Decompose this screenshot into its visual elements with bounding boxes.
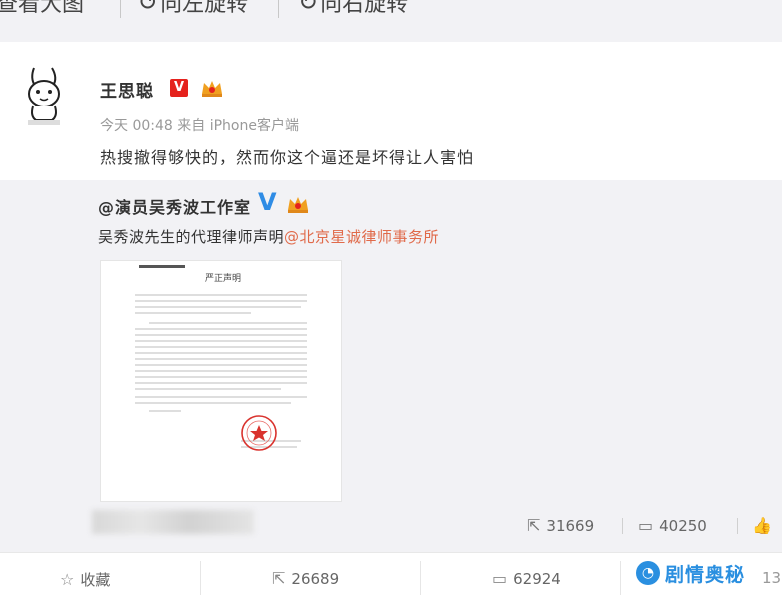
watermark-text: 剧情奥秘 [665, 563, 746, 586]
repost-button[interactable]: ⇱ 26689 [272, 569, 339, 588]
view-large-label: 查看大图 [0, 0, 85, 17]
verified-blue-icon: V [258, 188, 277, 216]
action-divider [200, 561, 201, 595]
like-count-partial[interactable]: 13 [762, 569, 781, 587]
document-page-icon: 严正声明 [135, 265, 307, 451]
repost-mention-link[interactable]: @北京星诚律师事务所 [284, 228, 439, 246]
comment-count: 40250 [659, 516, 707, 535]
share-icon: ⇱ [272, 569, 286, 588]
avatar[interactable] [18, 64, 70, 128]
vip-crown-icon [202, 81, 222, 97]
thumbs-up-icon: 👍 [752, 516, 772, 535]
repost-count-button[interactable]: ⇱ 31669 [527, 516, 594, 535]
action-divider [420, 561, 421, 595]
toolbar-divider [120, 0, 121, 18]
comment-icon: ▭ [638, 516, 654, 535]
toolbar-divider [278, 0, 279, 18]
repost-author[interactable]: @演员吴秀波工作室 [98, 194, 251, 218]
favorite-button[interactable]: ☆ 收藏 [60, 569, 110, 590]
repost-button-count: 26689 [291, 569, 340, 588]
comment-button[interactable]: ▭ 62924 [492, 569, 561, 588]
site-watermark: ◔ 剧情奥秘 [636, 558, 745, 588]
repost-block[interactable]: @演员吴秀波工作室 V 吴秀波先生的代理律师声明@北京星诚律师事务所 严正声明 [0, 180, 782, 552]
like-button[interactable]: 👍 [752, 516, 778, 535]
action-divider [620, 561, 621, 595]
stat-divider [622, 518, 623, 534]
view-large-button[interactable]: 查看大图 [0, 0, 84, 18]
repost-text: 吴秀波先生的代理律师声明@北京星诚律师事务所 [98, 226, 439, 247]
red-seal-stamp-icon [241, 415, 277, 451]
statement-document-image[interactable]: 严正声明 [100, 260, 342, 502]
post-meta: 今天 00:48 来自 iPhone客户端 [100, 118, 299, 134]
stat-divider [737, 518, 738, 534]
weibo-post-card: 王思聪 V 今天 00:48 来自 iPhone客户端 热搜撤得够快的，然而你这… [0, 42, 782, 180]
rotate-left-label: 向左旋转 [160, 0, 249, 17]
watermark-logo-icon: ◔ [636, 561, 660, 585]
verified-red-icon: V [170, 79, 188, 97]
comment-count-button[interactable]: ▭ 40250 [638, 516, 707, 535]
cartoon-rabbit-avatar-icon [28, 67, 60, 125]
repost-body: 吴秀波先生的代理律师声明 [98, 228, 285, 246]
rotate-right-button[interactable]: ↻ 向右旋转 [298, 0, 408, 18]
star-icon: ☆ [60, 570, 75, 589]
vip-crown-icon [288, 197, 308, 213]
favorite-label: 收藏 [80, 571, 111, 589]
blurred-source-text [92, 510, 254, 534]
comment-icon: ▭ [492, 569, 508, 588]
rotate-right-label: 向右旋转 [320, 0, 409, 17]
post-username[interactable]: 王思聪 [100, 77, 154, 102]
rotate-left-button[interactable]: ↺ 向左旋转 [138, 0, 248, 18]
document-title: 严正声明 [205, 272, 241, 283]
repost-count: 31669 [546, 516, 595, 535]
share-icon: ⇱ [527, 516, 541, 535]
image-viewer-toolbar: 查看大图 ↺ 向左旋转 ↻ 向右旋转 [0, 0, 782, 36]
rotate-right-icon: ↻ [298, 0, 319, 16]
comment-button-count: 62924 [513, 569, 561, 588]
post-text: 热搜撤得够快的，然而你这个逼还是坏得让人害怕 [100, 148, 475, 167]
rotate-left-icon: ↺ [138, 0, 159, 16]
